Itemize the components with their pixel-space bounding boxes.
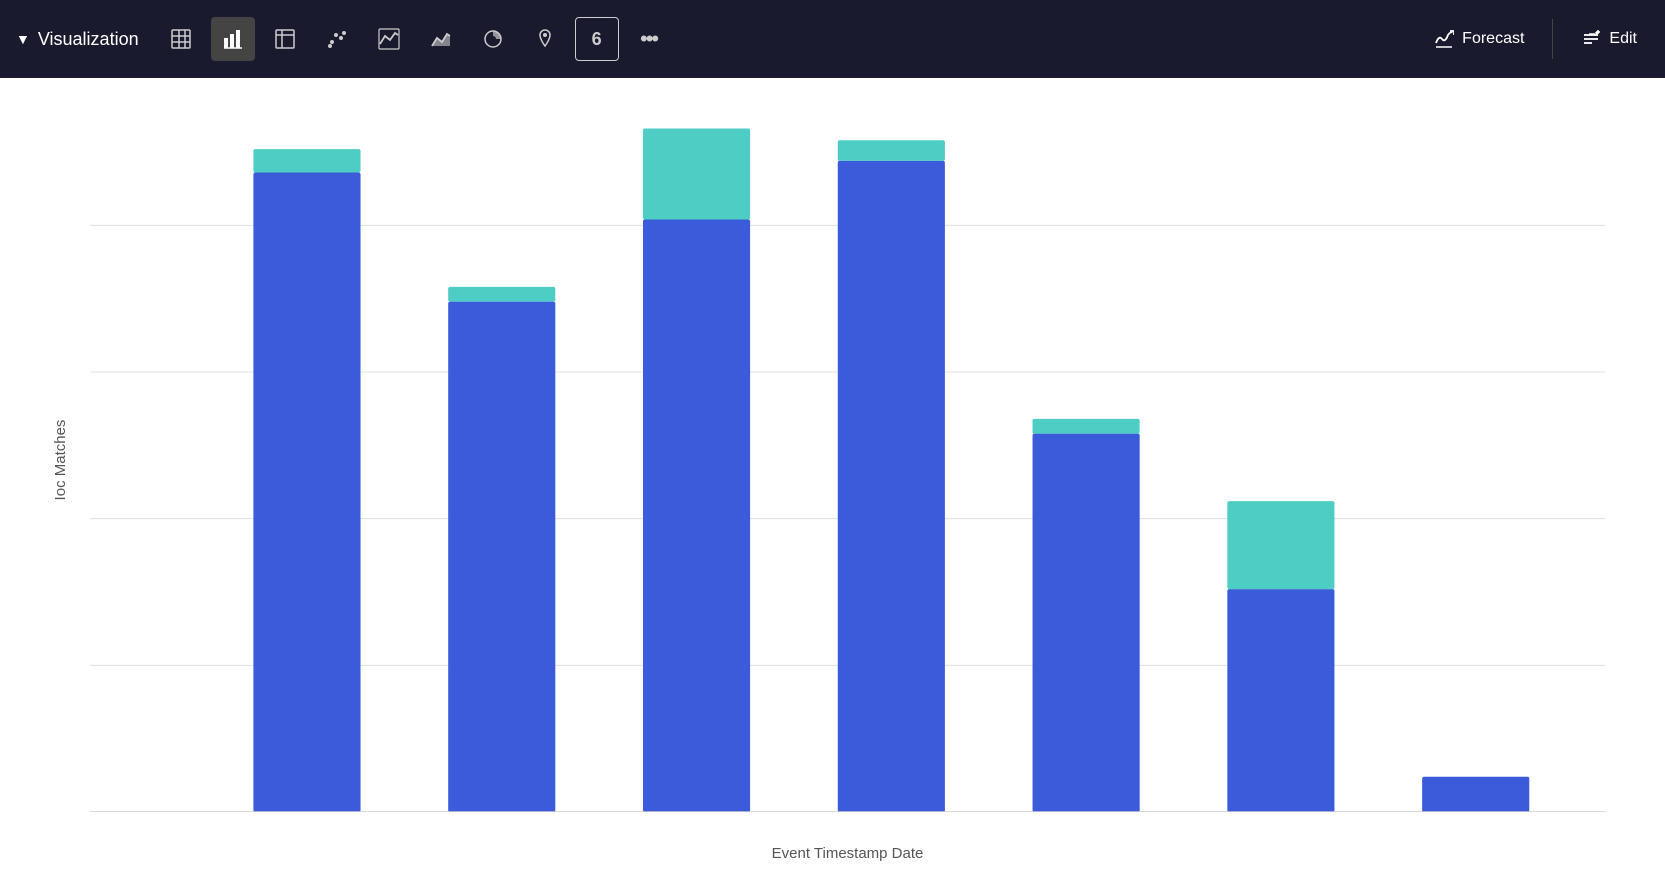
forecast-icon: [1434, 29, 1454, 49]
edit-button[interactable]: Edit: [1569, 23, 1649, 55]
area-chart-icon[interactable]: [419, 17, 463, 61]
x-axis-label: Event Timestamp Date: [772, 845, 924, 862]
edit-label: Edit: [1609, 30, 1637, 48]
pie-chart-icon[interactable]: [471, 17, 515, 61]
pivot-icon[interactable]: [263, 17, 307, 61]
toolbar-right: Forecast Edit: [1422, 19, 1649, 59]
forecast-button[interactable]: Forecast: [1422, 23, 1536, 55]
scatter-icon[interactable]: [315, 17, 359, 61]
more-text: •••: [640, 26, 657, 52]
toolbar-left: ▼ Visualization: [16, 17, 1418, 61]
table-icon[interactable]: [159, 17, 203, 61]
line-chart-icon[interactable]: [367, 17, 411, 61]
bar-chart-svg: 02,5005,0007,50010,000Aug 5Aug 6Aug 7Aug…: [90, 108, 1605, 812]
y-axis-label: Ioc Matches: [52, 420, 69, 501]
more-icon[interactable]: •••: [627, 17, 671, 61]
chart-wrapper: Ioc Matches Event Timestamp Date 02,5005…: [90, 108, 1605, 812]
visualization-title: ▼ Visualization: [16, 29, 139, 50]
bar-chart-icon[interactable]: [211, 17, 255, 61]
single-value-text: 6: [592, 29, 602, 50]
chevron-icon[interactable]: ▼: [16, 31, 30, 47]
edit-icon: [1581, 29, 1601, 49]
forecast-label: Forecast: [1462, 30, 1524, 48]
single-value-icon[interactable]: 6: [575, 17, 619, 61]
title-text: Visualization: [38, 29, 139, 50]
toolbar-divider: [1552, 19, 1553, 59]
chart-container: Ioc Matches Event Timestamp Date 02,5005…: [0, 78, 1665, 882]
toolbar: ▼ Visualization: [0, 0, 1665, 78]
map-icon[interactable]: [523, 17, 567, 61]
